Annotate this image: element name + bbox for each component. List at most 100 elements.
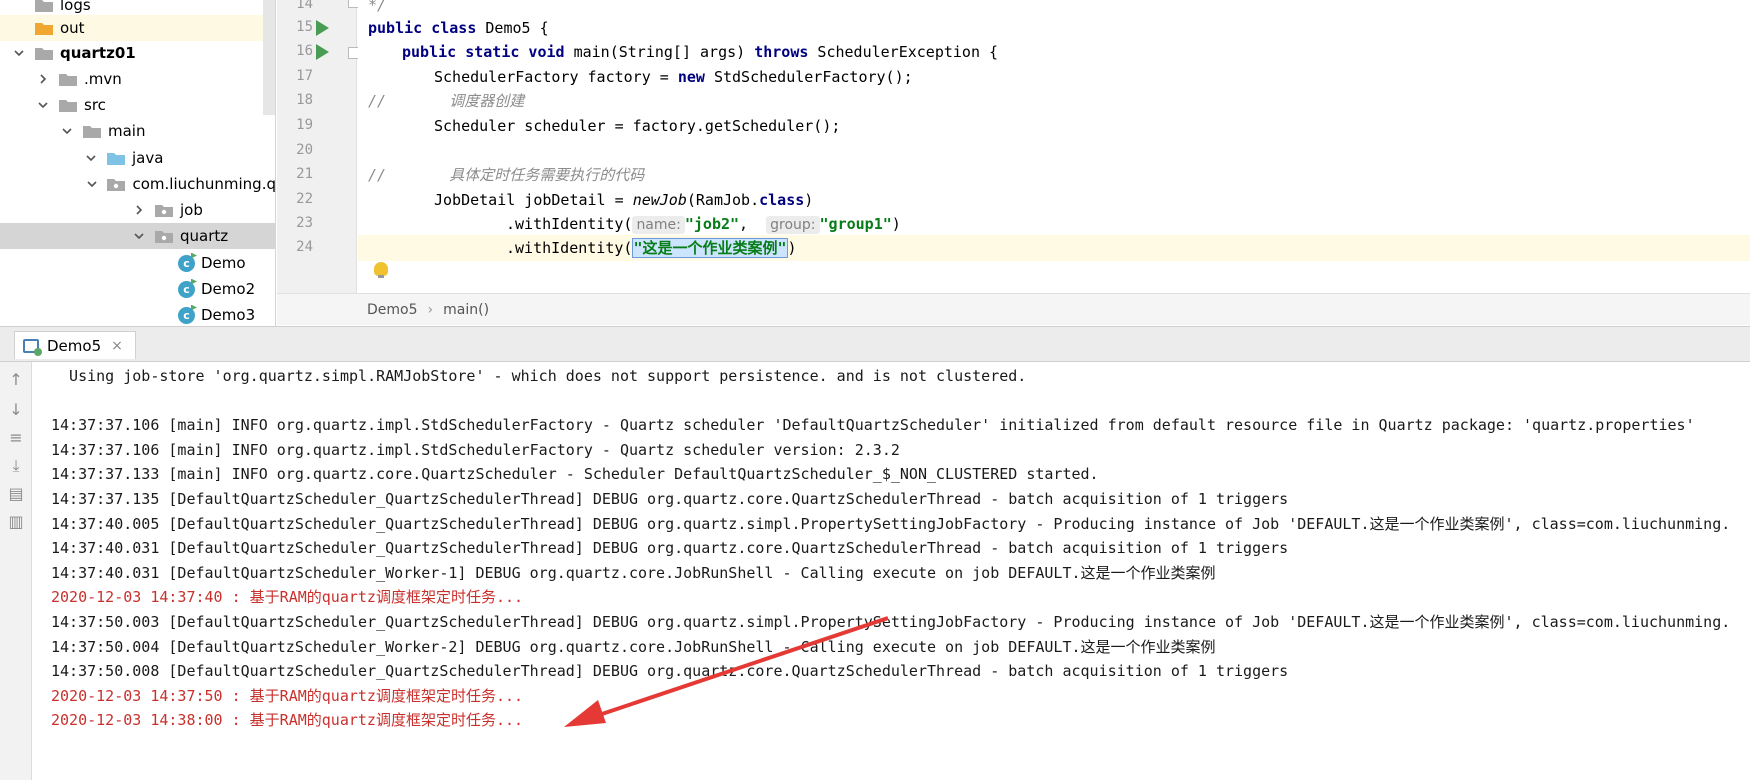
tree-item[interactable]: c Demo2 (0, 276, 275, 302)
chevron-down-icon[interactable] (86, 177, 98, 191)
string-literal: "group1" (819, 215, 892, 233)
chevron-down-icon[interactable] (60, 124, 74, 138)
tree-item[interactable]: com.liuchunming.q (0, 171, 276, 197)
tree-item[interactable]: job (0, 197, 275, 223)
line-number: 20 (296, 142, 313, 158)
param-hint: name: (632, 216, 685, 234)
run-class-icon[interactable] (316, 20, 329, 36)
trash-icon[interactable]: ▥ (6, 512, 26, 532)
java-class-icon: c (178, 254, 195, 272)
folder-icon (58, 71, 78, 87)
breadcrumb-method[interactable]: main() (443, 302, 489, 318)
run-tab-label: Demo5 (47, 336, 102, 355)
up-arrow-icon[interactable]: ↑ (6, 370, 26, 390)
folder-icon (34, 45, 54, 61)
lightbulb-icon[interactable] (374, 262, 388, 278)
tree-scrollbar[interactable] (263, 0, 275, 115)
log-line: 14:37:50.008 [DefaultQuartzScheduler_Qua… (51, 662, 1289, 681)
code-editor[interactable]: */ public class Demo5 { public static vo… (358, 0, 1750, 293)
chevron-down-icon[interactable] (84, 151, 98, 165)
chevron-right-icon[interactable] (36, 72, 50, 86)
chevron-right-icon[interactable] (132, 203, 146, 217)
code-line-17: SchedulerFactory factory = new StdSchedu… (358, 64, 1750, 90)
run-tab-demo5[interactable]: Demo5 × (14, 331, 136, 359)
project-tree: logs out quartz01 .mvn src main java com.liuchu… (0, 0, 276, 326)
package-icon (154, 228, 174, 244)
line-number: 23 (296, 215, 313, 231)
soft-wrap-icon[interactable]: ≡ (6, 428, 26, 448)
selected-string-literal: "这是一个作业类案例" (632, 238, 788, 258)
tree-item[interactable]: java (0, 145, 275, 171)
scroll-to-end-icon[interactable]: ⤓ (6, 456, 26, 476)
code-line-21: // 具体定时任务需要执行的代码 (358, 162, 1750, 188)
line-number: 15 (296, 19, 313, 35)
run-main-icon[interactable] (316, 44, 329, 60)
code-line-16: public static void main(String[] args) t… (358, 39, 1750, 65)
chevron-down-icon[interactable] (132, 229, 146, 243)
log-line: 14:37:40.031 [DefaultQuartzScheduler_Wor… (51, 563, 1216, 582)
code-line-19: Scheduler scheduler = factory.getSchedul… (358, 113, 1750, 139)
breadcrumb-class[interactable]: Demo5 (367, 302, 418, 318)
java-class-icon: c (178, 306, 195, 324)
keyword: class (759, 191, 805, 209)
down-arrow-icon[interactable]: ↓ (6, 400, 26, 420)
folder-icon (34, 20, 54, 36)
tree-item[interactable]: out (0, 15, 275, 41)
log-line: Using job-store 'org.quartz.simpl.RAMJob… (51, 367, 1027, 385)
keyword: public static void (402, 43, 565, 61)
code-line-22: JobDetail jobDetail = newJob(RamJob.clas… (358, 187, 1750, 213)
tree-item[interactable]: quartz (0, 223, 275, 249)
tree-item-label: .mvn (84, 70, 122, 88)
code-text: JobDetail jobDetail = (434, 191, 633, 209)
tree-item-label: com.liuchunming.q (132, 175, 276, 193)
code-line-24: .withIdentity("这是一个作业类案例") (358, 235, 1750, 261)
code-text: ) (787, 239, 797, 257)
tree-item-label: Demo (201, 254, 246, 272)
tree-item[interactable]: src (0, 92, 275, 118)
line-number: 17 (296, 68, 313, 84)
print-icon[interactable]: ▤ (6, 484, 26, 504)
line-number: 22 (296, 191, 313, 207)
folder-icon (58, 97, 78, 113)
code-text: .withIdentity( (506, 239, 633, 257)
param-hint: group: (766, 216, 820, 234)
log-line: 14:37:37.106 [main] INFO org.quartz.impl… (51, 416, 1695, 435)
stdout-line: 2020-12-03 14:38:00 : 基于RAM的quartz调度框架定时… (51, 711, 524, 730)
tree-item-label: main (108, 122, 146, 140)
console-output[interactable]: Using job-store 'org.quartz.simpl.RAMJob… (33, 362, 1750, 780)
log-line: 14:37:37.133 [main] INFO org.quartz.core… (51, 465, 1099, 484)
run-config-icon (23, 338, 42, 356)
tree-item-label: out (60, 19, 85, 37)
keyword: new (677, 68, 705, 86)
chevron-down-icon[interactable] (12, 46, 26, 60)
folder-icon (34, 0, 54, 13)
package-icon (106, 176, 126, 192)
code-text: .withIdentity( (506, 215, 633, 233)
code-text: ) (804, 191, 814, 209)
code-text: (RamJob. (686, 191, 760, 209)
line-number: 18 (296, 92, 313, 108)
tree-item[interactable]: quartz01 (0, 40, 275, 66)
code-text: newJob (632, 191, 687, 209)
code-text: */ (368, 0, 387, 14)
tree-item-label: quartz (180, 227, 229, 245)
tree-item[interactable]: main (0, 118, 275, 144)
package-icon (154, 202, 174, 218)
log-line: 14:37:50.003 [DefaultQuartzScheduler_Qua… (51, 613, 1731, 631)
tree-item-label: quartz01 (60, 44, 136, 62)
close-icon[interactable]: × (111, 338, 123, 354)
code-text: SchedulerException { (808, 43, 999, 61)
tree-item[interactable]: .mvn (0, 66, 275, 92)
code-line-18: // 调度器创建 (358, 88, 1750, 114)
line-number: 21 (296, 166, 313, 182)
code-text: , (739, 215, 767, 233)
tree-item[interactable]: c Demo3 (0, 302, 275, 326)
line-number: 19 (296, 117, 313, 133)
console-toolbar: ↑ ↓ ≡ ⤓ ▤ ▥ (0, 362, 32, 780)
tree-item[interactable]: c Demo (0, 250, 275, 276)
chevron-down-icon[interactable] (36, 98, 50, 112)
